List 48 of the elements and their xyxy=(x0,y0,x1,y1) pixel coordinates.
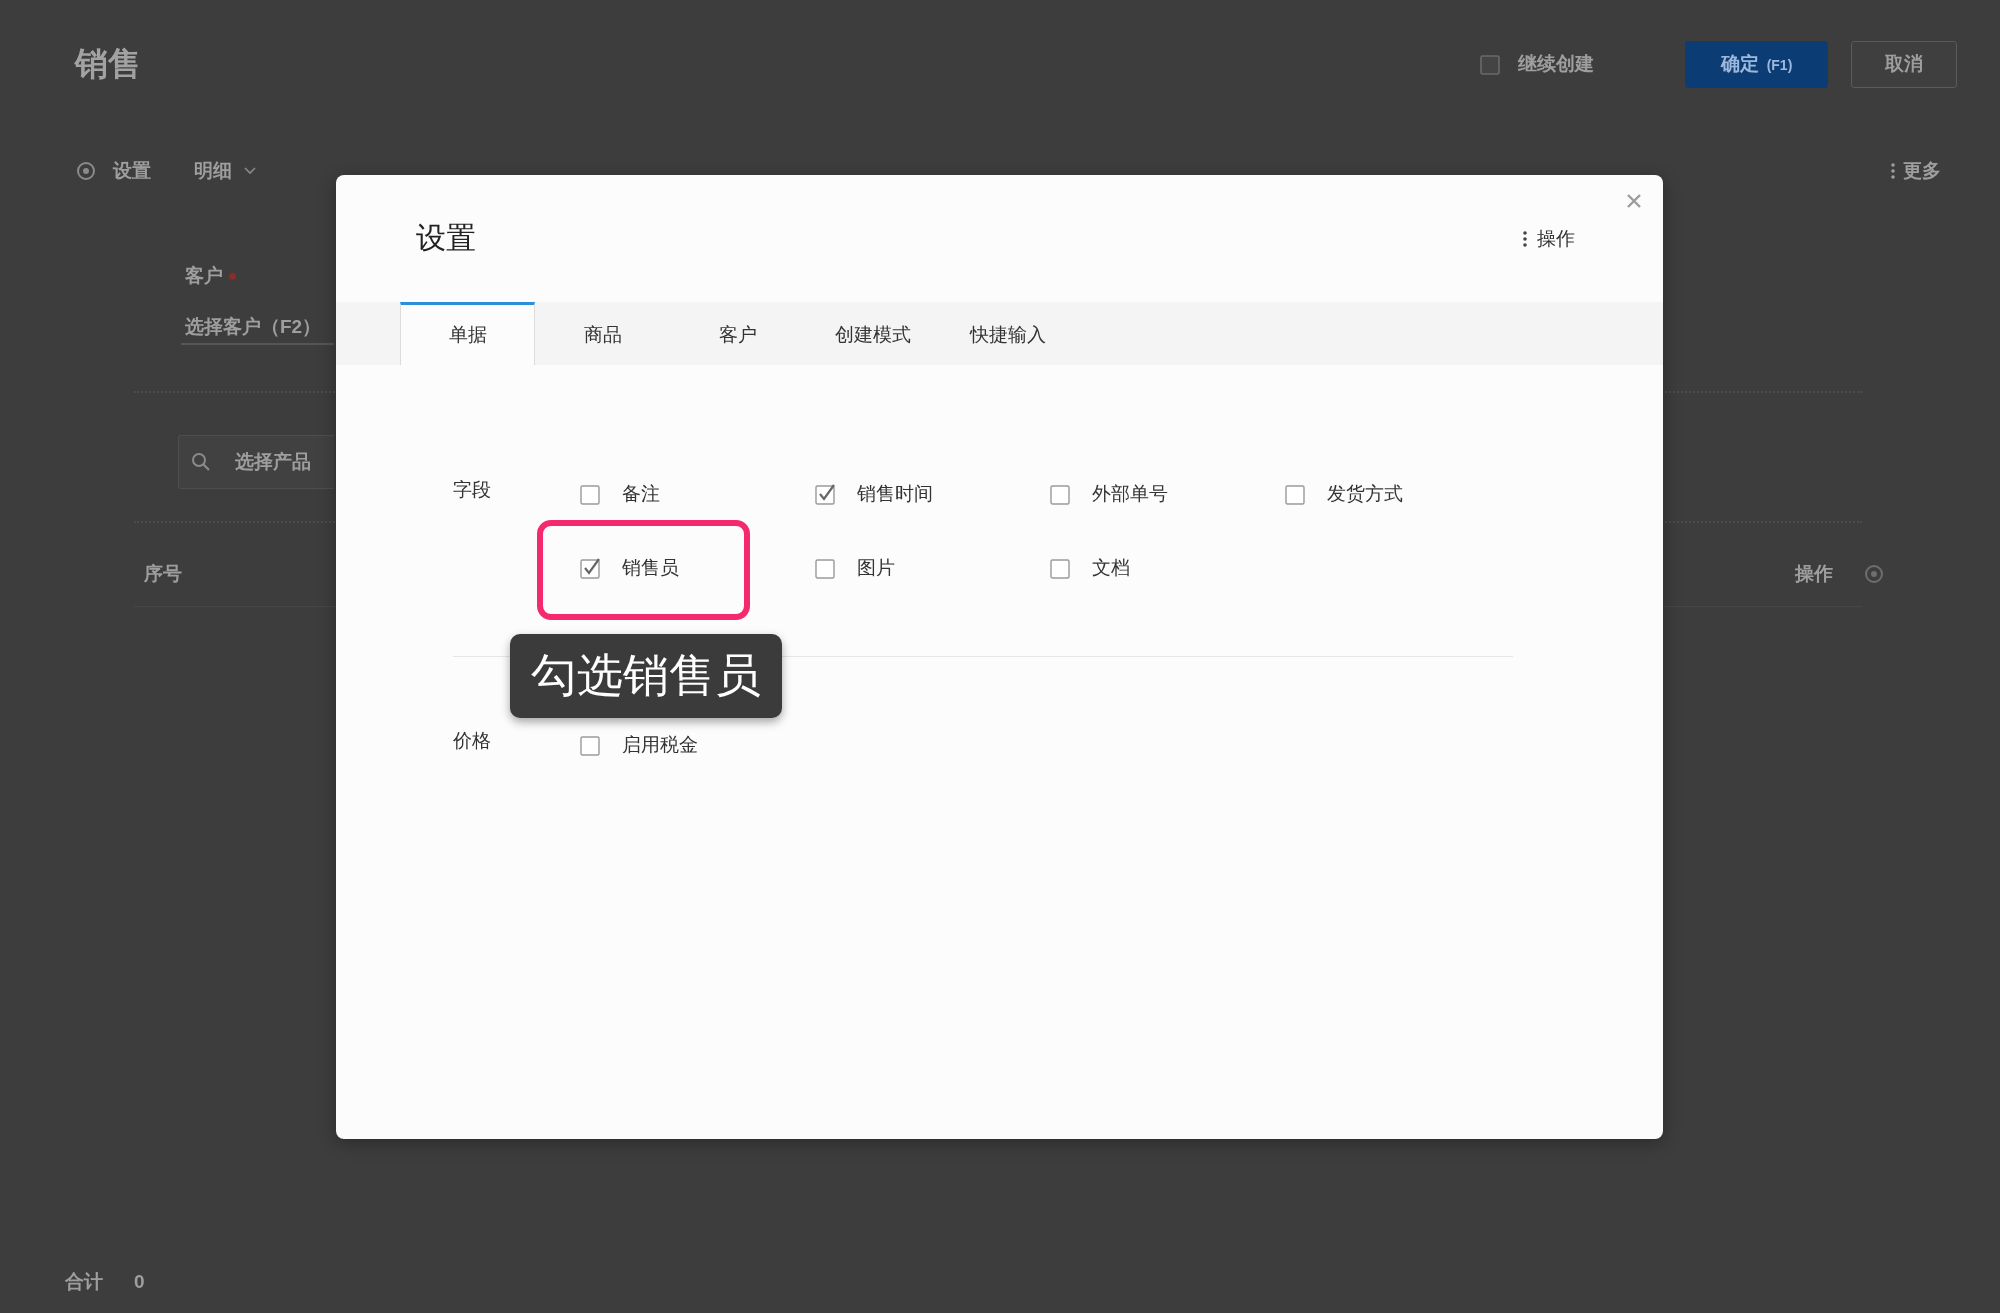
option-label: 销售时间 xyxy=(857,482,933,506)
view-dropdown[interactable]: 明细 xyxy=(194,158,256,184)
checkbox[interactable] xyxy=(815,483,837,505)
search-field[interactable]: 选择产品 xyxy=(178,435,334,489)
annotation-tooltip: 勾选销售员 xyxy=(510,634,782,718)
chevron-down-icon xyxy=(244,167,256,175)
settings-button[interactable]: 设置 xyxy=(76,158,151,184)
tab[interactable]: 创建模式 xyxy=(805,302,940,365)
cancel-button[interactable]: 取消 xyxy=(1851,40,1957,88)
more-button[interactable]: 更多 xyxy=(1891,158,1941,184)
page-title: 销售 xyxy=(75,43,141,84)
tab[interactable]: 快捷输入 xyxy=(940,302,1075,365)
option-label: 发货方式 xyxy=(1327,482,1403,506)
customer-field[interactable]: 选择客户（F2） xyxy=(181,311,334,345)
checkbox-label: 继续创建 xyxy=(1518,52,1594,76)
column-header: 操作 xyxy=(1795,562,1833,586)
vertical-dots-icon xyxy=(1891,163,1895,179)
menu-button[interactable]: 操作 xyxy=(1523,225,1575,252)
column-header: 序号 xyxy=(144,562,182,586)
confirm-button[interactable]: 确定 (F1) xyxy=(1685,40,1828,88)
option-label: 外部单号 xyxy=(1092,482,1168,506)
checkbox[interactable] xyxy=(580,557,602,579)
option-label: 文档 xyxy=(1092,556,1130,580)
option-label: 备注 xyxy=(622,482,660,506)
gear-icon[interactable] xyxy=(1864,564,1884,584)
option-label: 图片 xyxy=(857,556,895,580)
option-label: 销售员 xyxy=(622,556,679,580)
total-label: 合计 xyxy=(65,1270,103,1294)
checkbox[interactable] xyxy=(1285,483,1307,505)
dialog-title: 设置 xyxy=(416,220,476,256)
vertical-dots-icon xyxy=(1523,230,1527,247)
checkbox[interactable] xyxy=(580,483,602,505)
tab[interactable]: 客户 xyxy=(670,302,805,365)
total-value: 0 xyxy=(134,1270,145,1294)
section-label: 字段 xyxy=(453,478,491,502)
checkbox[interactable] xyxy=(1050,557,1072,579)
gear-icon xyxy=(76,161,96,181)
section-label: 价格 xyxy=(453,729,491,753)
checkbox[interactable] xyxy=(1050,483,1072,505)
option-label: 启用税金 xyxy=(622,733,698,757)
close-icon[interactable] xyxy=(1627,194,1641,208)
tab[interactable]: 商品 xyxy=(535,302,670,365)
field-label: 客户 xyxy=(185,264,223,288)
checkbox[interactable] xyxy=(815,557,837,579)
tab[interactable]: 单据 xyxy=(400,302,535,365)
checkbox[interactable] xyxy=(1480,53,1502,75)
search-icon xyxy=(191,452,211,472)
checkbox[interactable] xyxy=(580,734,602,756)
